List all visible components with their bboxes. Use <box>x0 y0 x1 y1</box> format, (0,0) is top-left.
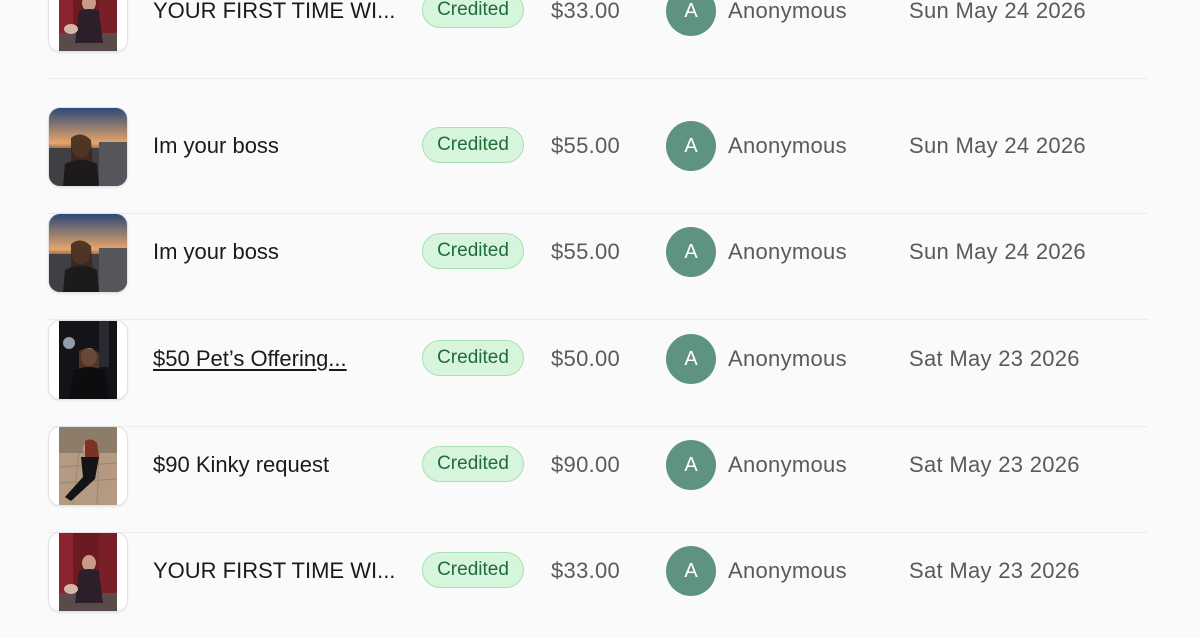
thumbnail-sunset-rooftop-photo[interactable] <box>48 213 128 293</box>
status-badge: Credited <box>422 552 524 588</box>
transaction-row[interactable]: $50 Pet’s Offering... Credited $50.00 A … <box>48 320 1148 427</box>
avatar: A <box>666 334 716 384</box>
buyer-name: Anonymous <box>728 452 847 477</box>
transaction-amount: $90.00 <box>551 452 621 477</box>
transaction-date: Sat May 23 2026 <box>909 346 1080 371</box>
buyer-name: Anonymous <box>728 346 847 371</box>
avatar: A <box>666 546 716 596</box>
transaction-amount: $33.00 <box>551 558 621 583</box>
transaction-title: Im your boss <box>153 239 279 264</box>
transaction-amount: $33.00 <box>551 0 621 23</box>
transaction-row[interactable]: Im your boss Credited $55.00 A Anonymous… <box>48 107 1148 214</box>
buyer-name: Anonymous <box>728 133 847 158</box>
status-badge: Credited <box>422 233 524 269</box>
status-badge: Credited <box>422 446 524 482</box>
transaction-date: Sun May 24 2026 <box>909 133 1086 158</box>
thumbnail-tiled-floor-photo[interactable] <box>48 426 128 506</box>
transaction-title: $90 Kinky request <box>153 452 330 477</box>
thumbnail-red-room-photo[interactable] <box>48 532 128 612</box>
buyer-name: Anonymous <box>728 239 847 264</box>
transaction-row[interactable]: YOUR FIRST TIME WI... Credited $33.00 A … <box>48 532 1148 638</box>
avatar: A <box>666 0 716 36</box>
transaction-amount: $55.00 <box>551 239 621 264</box>
thumbnail-sunset-rooftop-photo[interactable] <box>48 107 128 187</box>
transaction-title: YOUR FIRST TIME WI... <box>153 0 396 23</box>
transaction-title-link[interactable]: $50 Pet’s Offering... <box>153 320 403 398</box>
transaction-title: Im your boss <box>153 133 279 158</box>
transaction-amount: $55.00 <box>551 133 621 158</box>
avatar: A <box>666 227 716 277</box>
buyer-name: Anonymous <box>728 558 847 583</box>
transaction-date: Sat May 23 2026 <box>909 558 1080 583</box>
transaction-date: Sat May 23 2026 <box>909 452 1080 477</box>
transaction-title: YOUR FIRST TIME WI... <box>153 558 396 583</box>
transaction-amount: $50.00 <box>551 346 621 371</box>
transaction-row[interactable]: $90 Kinky request Credited $90.00 A Anon… <box>48 426 1148 533</box>
avatar: A <box>666 440 716 490</box>
transaction-row[interactable]: YOUR FIRST TIME WI... Credited $33.00 A … <box>48 0 1148 79</box>
transaction-date: Sun May 24 2026 <box>909 239 1086 264</box>
status-badge: Credited <box>422 0 524 28</box>
transaction-list: YOUR FIRST TIME WI... Credited $33.00 A … <box>0 0 1200 612</box>
avatar: A <box>666 121 716 171</box>
status-badge: Credited <box>422 340 524 376</box>
thumbnail-dark-room-photo[interactable] <box>48 320 128 400</box>
buyer-name: Anonymous <box>728 0 847 23</box>
thumbnail-red-room-photo[interactable] <box>48 0 128 52</box>
transaction-row[interactable]: Im your boss Credited $55.00 A Anonymous… <box>48 213 1148 320</box>
transaction-date: Sun May 24 2026 <box>909 0 1086 23</box>
status-badge: Credited <box>422 127 524 163</box>
